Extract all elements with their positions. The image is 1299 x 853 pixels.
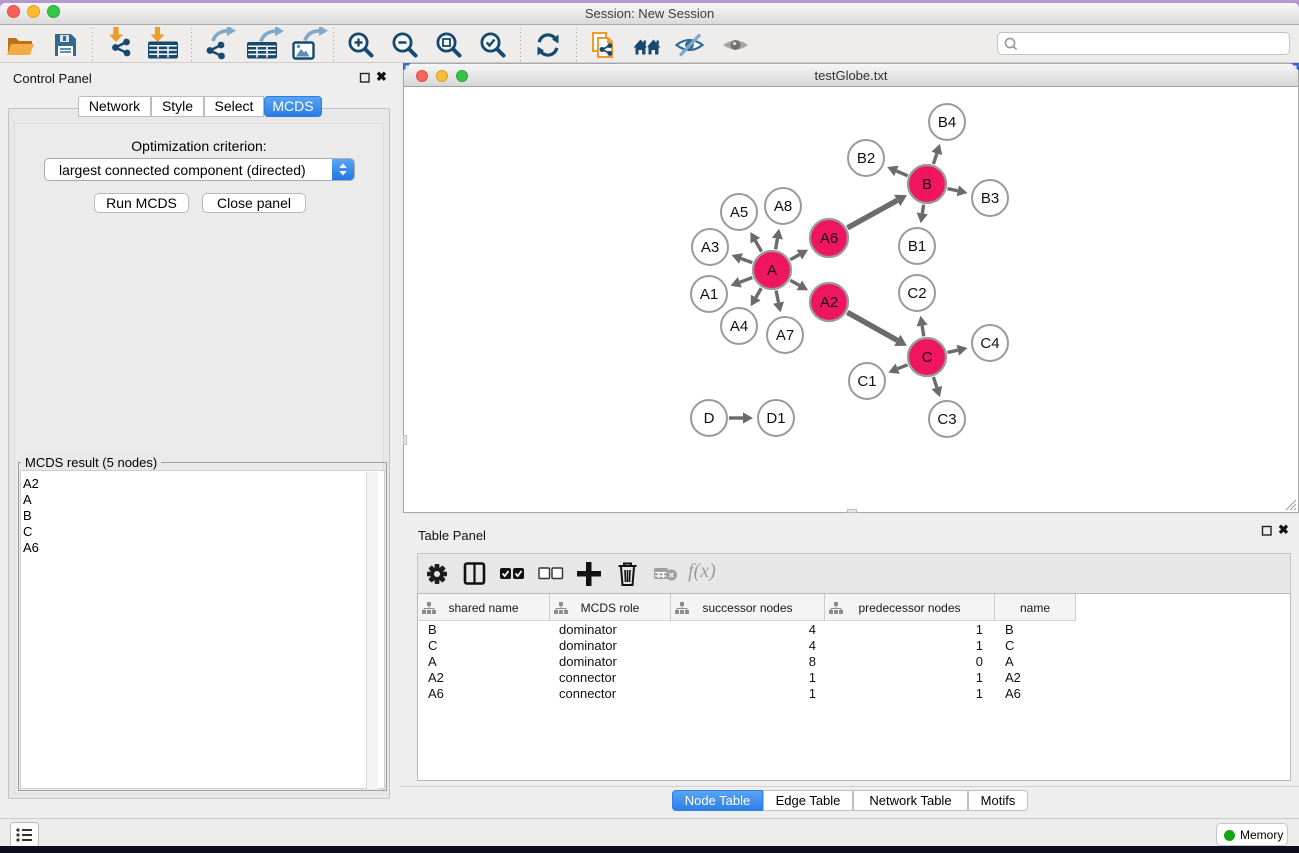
svg-text:A: A [767, 262, 777, 279]
svg-text:B4: B4 [938, 114, 956, 131]
svg-text:C3: C3 [937, 411, 956, 428]
svg-text:C: C [922, 349, 933, 366]
svg-text:B2: B2 [857, 150, 875, 167]
svg-text:A6: A6 [820, 230, 838, 247]
svg-text:B1: B1 [908, 238, 926, 255]
svg-text:D: D [704, 410, 715, 427]
svg-text:B: B [922, 176, 932, 193]
svg-text:C4: C4 [980, 335, 999, 352]
svg-text:B3: B3 [981, 190, 999, 207]
svg-text:A8: A8 [774, 198, 792, 215]
svg-text:A5: A5 [730, 204, 748, 221]
svg-text:A4: A4 [730, 318, 748, 335]
svg-text:C2: C2 [907, 285, 926, 302]
svg-text:A2: A2 [820, 294, 838, 311]
svg-text:A1: A1 [700, 286, 718, 303]
svg-text:C1: C1 [857, 373, 876, 390]
svg-text:A7: A7 [776, 327, 794, 344]
svg-text:D1: D1 [766, 410, 785, 427]
svg-text:A3: A3 [701, 239, 719, 256]
